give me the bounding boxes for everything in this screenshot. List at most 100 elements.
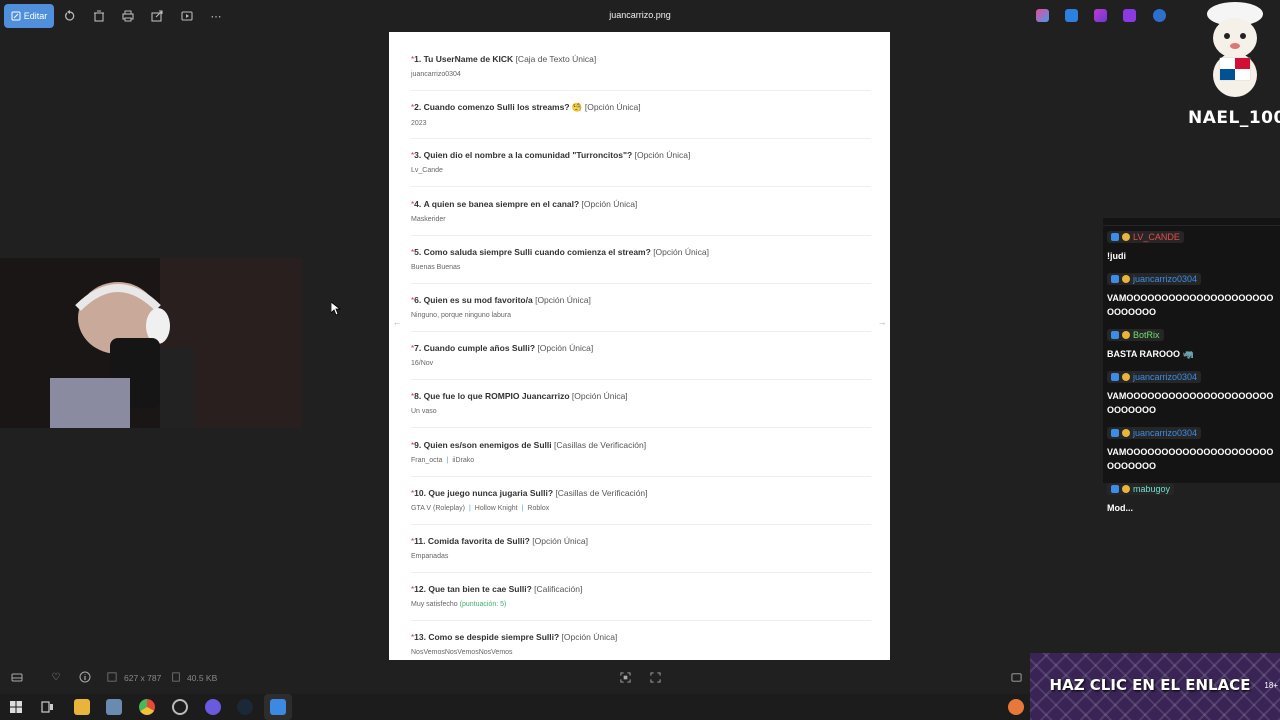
question-number: 11. [414,536,426,546]
question-label: Cuando comenzo Sulli los streams? 🧐 [423,102,583,113]
question-type-tag: [Opción Única] [537,343,594,354]
more-options-icon[interactable]: ⋯ [209,9,223,23]
chat-username[interactable]: juancarrizo0304 [1133,428,1197,438]
answer-row: Ninguno, porque ninguno labura [411,312,871,319]
question-item: *12. Que tan bien te cae Sulli? [Calific… [411,584,871,622]
top-toolbar: Editar ⋯ juancarrizo.png [0,0,1280,32]
favorite-heart-icon[interactable]: ♡ [50,671,62,683]
fullscreen-icon[interactable] [1010,671,1022,683]
chat-message-text: !judi [1107,251,1126,261]
copilot-icon[interactable] [1036,9,1049,22]
chrome-icon[interactable] [139,699,155,715]
answer-row: Fran_octa | iiDrako [411,457,871,464]
kick-badge-icon [1111,233,1119,241]
mouse-cursor-icon [331,302,341,316]
question-number: 3. [414,150,422,161]
answer-row: Buenas Buenas [411,264,871,271]
question-item: *6. Quien es su mod favorito/a [Opción Ú… [411,295,871,332]
chat-username[interactable]: LV_CANDE [1133,232,1180,242]
prev-arrow-icon[interactable]: ← [391,316,403,328]
answer-value: 16/Nov [411,360,434,368]
answer-value: NosVemosNosVemosNosVemos [411,649,513,657]
question-text: *3. Quien dio el nombre a la comunidad "… [411,150,871,160]
question-number: 9. [414,439,422,450]
question-item: *9. Quien es/son enemigos de Sulli [Casi… [411,439,871,477]
steam-icon[interactable] [237,699,253,715]
info-icon[interactable] [79,671,91,683]
question-divider [411,523,871,525]
delete-icon[interactable] [92,9,106,23]
question-number: 12. [414,584,426,595]
chat-username[interactable]: juancarrizo0304 [1133,274,1197,284]
question-type-tag: [Casillas de Verificación] [553,439,647,450]
photos-app-icon[interactable] [264,694,292,720]
question-item: *10. Que juego nunca jugaria Sulli? [Cas… [411,487,871,525]
discord-icon[interactable] [205,699,221,715]
tray-app-icon[interactable] [1008,699,1024,715]
webcam-overlay [0,258,302,428]
filmstrip-icon[interactable] [11,671,23,683]
file-size: 40.5 KB [187,673,218,683]
question-divider [411,475,871,477]
answer-row: Lv_Cande [411,167,871,174]
onedrive-icon[interactable] [1153,9,1166,22]
answer-value: GTA V (Roleplay) [411,504,465,512]
actual-size-icon[interactable] [649,671,661,683]
age-rating: 18+ [1264,681,1278,690]
chat-message-text: VAMOOOOOOOOOOOOOOOOOOOOOOOOOOOO [1107,391,1274,415]
question-text: *8. Que fue lo que ROMPIO Juancarrizo [O… [411,391,871,401]
question-item: *8. Que fue lo que ROMPIO Juancarrizo [O… [411,391,871,429]
ad-banner[interactable]: HAZ CLIC EN EL ENLACE 18+ [1030,653,1280,720]
subscriber-badge-icon [1122,275,1130,283]
question-item: *3. Quien dio el nombre a la comunidad "… [411,150,871,188]
calculator-icon[interactable] [106,699,122,715]
app-icon[interactable] [1065,9,1078,22]
question-number: 10. [414,487,426,498]
image-dimensions: 627 x 787 [124,673,162,683]
next-arrow-icon[interactable]: → [876,316,888,328]
rotate-icon[interactable] [63,9,77,23]
question-number: 8. [414,391,422,402]
question-label: Tu UserName de KICK [423,54,514,64]
answer-value: iiDrako [452,456,475,464]
chat-message: juancarrizo0304 VAMOOOOOOOOOOOOOOOOOOOOOO… [1103,268,1280,324]
question-divider [411,331,871,332]
question-text: *13. Como se despide siempre Sulli? [Opc… [411,632,871,642]
designer-icon[interactable] [1094,9,1107,22]
question-text: *12. Que tan bien te cae Sulli? [Calific… [411,584,871,594]
chat-username[interactable]: juancarrizo0304 [1133,372,1197,382]
subscriber-badge-icon [1122,233,1130,241]
question-text: *4. A quien se banea siempre en el canal… [411,199,871,209]
question-number: 6. [414,295,422,305]
share-icon[interactable] [150,9,164,23]
windows-start-icon[interactable] [8,699,24,715]
obs-icon[interactable] [172,699,188,715]
edit-button[interactable]: Editar [4,4,54,28]
question-number: 5. [414,246,422,257]
chat-username[interactable]: mabugoy [1133,484,1170,494]
kick-badge-icon [1111,373,1119,381]
question-type-tag: [Casillas de Verificación] [555,487,648,498]
answer-value: Un vaso [411,408,437,416]
answer-value: Buenas Buenas [411,263,461,271]
question-divider [411,234,871,236]
print-icon[interactable] [121,9,135,23]
kick-badge-icon [1111,485,1119,493]
question-type-tag: [Opción Única] [535,295,591,305]
chat-message-header: BotRix [1107,329,1164,341]
chat-message-text: BASTA RAROOO 🦏 [1107,349,1194,359]
question-type-tag: [Opción Única] [634,150,691,161]
subscriber-badge-icon [1122,485,1130,493]
chat-message-header: mabugoy [1107,483,1175,495]
subscriber-badge-icon [1122,429,1130,437]
fit-screen-icon[interactable] [619,671,631,683]
answer-value: Empanadas [411,553,449,560]
question-type-tag: [Calificación] [534,584,583,595]
answer-value: Maskerider [411,215,446,223]
slideshow-icon[interactable] [180,9,194,23]
chat-username[interactable]: BotRix [1133,330,1160,340]
question-type-tag: [Opción Única] [653,246,709,257]
file-explorer-icon[interactable] [74,699,90,715]
clipchamp-icon[interactable] [1123,9,1136,22]
task-view-icon[interactable] [39,699,55,715]
